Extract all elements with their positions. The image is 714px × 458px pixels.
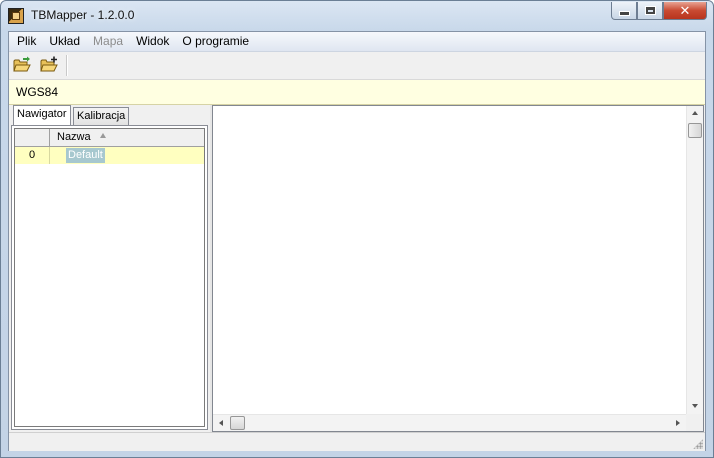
map-canvas[interactable] <box>212 105 704 432</box>
minimize-button[interactable] <box>611 2 637 20</box>
scroll-left-icon[interactable] <box>219 420 223 426</box>
resize-grip-icon[interactable] <box>693 439 703 449</box>
coordinate-system-label: WGS84 <box>16 85 59 99</box>
sort-ascending-icon <box>100 133 106 138</box>
close-button[interactable]: ✕ <box>663 2 707 20</box>
toolbar-separator <box>66 55 68 76</box>
client-area: Plik Układ Mapa Widok O programie WGS84 … <box>8 31 706 451</box>
menu-mapa[interactable]: Mapa <box>88 32 128 51</box>
row-index: 0 <box>15 147 50 164</box>
vertical-scroll-thumb[interactable] <box>688 123 702 138</box>
maximize-icon <box>645 7 655 14</box>
left-panel: Nawigator Kalibracja Nazwa 0 Default <box>9 105 210 432</box>
new-button[interactable] <box>39 56 59 74</box>
vertical-scrollbar[interactable] <box>686 106 703 414</box>
tab-content: Nazwa 0 Default <box>11 125 208 430</box>
tab-kalibracja[interactable]: Kalibracja <box>73 107 130 125</box>
grid-header: Nazwa <box>15 129 204 147</box>
scroll-up-icon[interactable] <box>692 111 698 115</box>
minimize-icon <box>618 11 630 16</box>
menu-uklad[interactable]: Układ <box>44 32 85 51</box>
status-bar <box>9 432 705 451</box>
grid-header-index[interactable] <box>15 129 50 146</box>
open-folder-icon <box>13 56 31 72</box>
menu-widok[interactable]: Widok <box>131 32 174 51</box>
menu-plik[interactable]: Plik <box>12 32 41 51</box>
horizontal-scrollbar[interactable] <box>213 414 686 431</box>
horizontal-scroll-thumb[interactable] <box>230 416 245 430</box>
tab-nawigator[interactable]: Nawigator <box>13 105 71 125</box>
app-icon[interactable] <box>8 8 24 24</box>
window-controls: ✕ <box>611 2 707 20</box>
scroll-down-icon[interactable] <box>692 404 698 408</box>
title-bar[interactable]: TBMapper - 1.2.0.0 ✕ <box>1 1 713 31</box>
coordinate-info-bar: WGS84 <box>9 80 705 105</box>
layers-grid: Nazwa 0 Default <box>14 128 205 427</box>
new-folder-icon <box>40 56 58 72</box>
window-title: TBMapper - 1.2.0.0 <box>31 8 135 22</box>
toolbar <box>9 52 705 80</box>
scroll-right-icon[interactable] <box>676 420 680 426</box>
menu-bar: Plik Układ Mapa Widok O programie <box>9 32 705 52</box>
grid-header-nazwa[interactable]: Nazwa <box>51 129 91 146</box>
maximize-button[interactable] <box>637 2 663 20</box>
menu-o-programie[interactable]: O programie <box>177 32 254 51</box>
scrollbar-corner <box>686 414 703 431</box>
table-row[interactable]: 0 Default <box>15 147 204 164</box>
main-window: TBMapper - 1.2.0.0 ✕ Plik Układ Mapa Wid… <box>0 0 714 458</box>
row-name-cell[interactable]: Default <box>66 148 105 163</box>
open-button[interactable] <box>12 56 32 74</box>
close-icon: ✕ <box>679 2 691 18</box>
